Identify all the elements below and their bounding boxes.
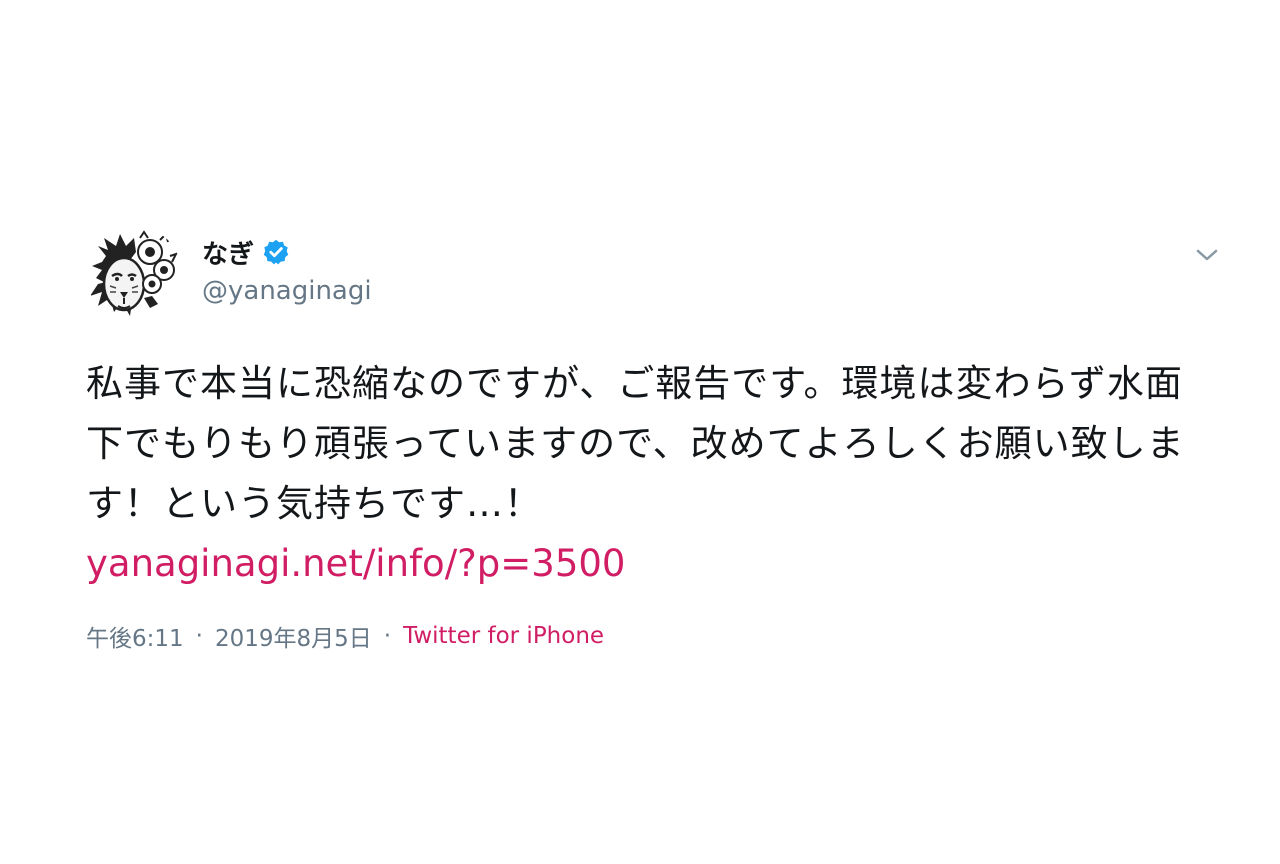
tweet-link[interactable]: yanaginagi.net/info/?p=3500 bbox=[86, 534, 625, 594]
tweet-time[interactable]: 午後6:11 bbox=[86, 619, 184, 653]
tweet-menu-button[interactable] bbox=[1192, 240, 1222, 270]
tweet-date[interactable]: 2019年8月5日 bbox=[215, 619, 372, 653]
user-handle[interactable]: @yanaginagi bbox=[202, 276, 372, 306]
tweet-source[interactable]: Twitter for iPhone bbox=[403, 623, 604, 649]
avatar[interactable] bbox=[86, 226, 182, 322]
display-name-row[interactable]: なぎ bbox=[202, 234, 290, 270]
display-name[interactable]: なぎ bbox=[202, 234, 254, 271]
tweet-text: 私事で本当に恐縮なのですが、ご報告です。環境は変わらず水面下でもりもり頑張ってい… bbox=[86, 362, 1185, 525]
meta-separator: · bbox=[195, 623, 203, 649]
tweet-card: なぎ @yanaginagi 私事で本当に恐縮なのですが、ご報告です。環境は変わ… bbox=[86, 226, 1226, 666]
lion-avatar-icon bbox=[90, 230, 178, 316]
chevron-down-icon bbox=[1196, 249, 1218, 261]
verified-badge-icon bbox=[263, 239, 289, 265]
meta-separator: · bbox=[383, 623, 392, 649]
tweet-meta: 午後6:11 · 2019年8月5日 · Twitter for iPhone bbox=[86, 618, 604, 654]
